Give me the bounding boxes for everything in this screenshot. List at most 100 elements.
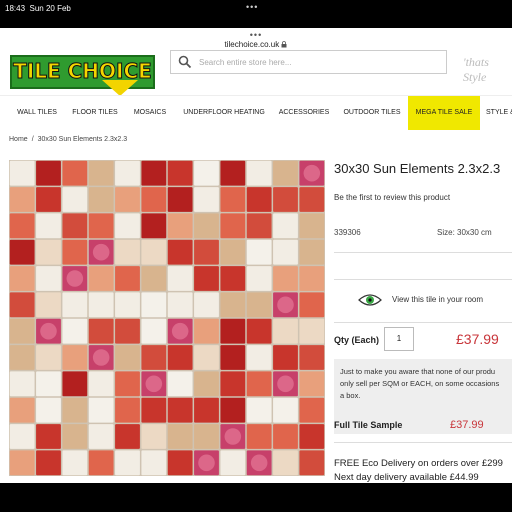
mosaic-tile [62,397,88,423]
breadcrumb-current: 30x30 Sun Elements 2.3x2.3 [37,136,128,143]
divider [334,322,512,323]
mosaic-tile [115,318,140,344]
mosaic-tile [141,239,167,265]
mosaic-tile [9,318,35,344]
mosaic-tile [88,160,114,186]
mosaic-tile [220,239,246,265]
mosaic-tile [167,397,193,423]
mosaic-tile [273,213,298,239]
nav-outdoor-tiles[interactable]: OUTDOOR TILES [340,96,404,130]
multitask-dots[interactable]: ••• [246,2,258,12]
mosaic-tile [220,160,246,186]
mosaic-tile [167,424,193,449]
qty-input[interactable]: 1 [384,327,414,351]
mosaic-tile [62,345,88,370]
nav-mosaics[interactable]: MOSAICS [128,96,172,130]
sample-price: £37.99 [450,419,484,431]
mosaic-tile [273,318,298,344]
mosaic-tile [246,424,272,449]
mosaic-tile [88,187,114,212]
mosaic-tile [88,424,114,449]
mosaic-tile [273,266,298,291]
mosaic-tile [167,292,193,318]
mosaic-tile [88,292,114,318]
eye-icon [358,294,382,306]
divider [334,442,512,443]
search-icon[interactable] [178,55,192,69]
mosaic-tile [141,213,167,239]
mosaic-tile [220,266,246,291]
mosaic-tile [220,213,246,239]
mosaic-tile [62,187,88,212]
search-box[interactable]: Search entire store here... [170,50,447,74]
mosaic-tile [220,450,246,476]
mosaic-tile [299,213,325,239]
mosaic-tile [299,345,325,370]
search-input[interactable]: Search entire store here... [199,58,292,67]
mosaic-tile [141,345,167,370]
mosaic-tile [299,424,325,449]
product-size: Size: 30x30 cm [437,228,492,237]
mosaic-sparkle [250,454,268,472]
mosaic-tile [167,371,193,397]
mosaic-tile [194,371,219,397]
mosaic-tile [194,345,219,370]
site-logo[interactable]: TILE CHOICE [10,50,155,96]
product-sku: 339306 [334,228,361,237]
browser-menu-dots[interactable]: ••• [0,30,512,40]
mosaic-tile [36,450,61,476]
mosaic-tile [220,345,246,370]
tagline: 'thats Style [463,55,489,84]
mosaic-tile [141,450,167,476]
mosaic-sparkle [224,428,242,445]
nav-wall-tiles[interactable]: WALL TILES [8,96,66,130]
mosaic-tile [299,371,325,397]
address-bar[interactable]: ••• tilechoice.co.uk [0,28,512,52]
logo-text: TILE CHOICE [13,59,153,84]
mosaic-tile [115,345,140,370]
mosaic-sparkle [198,454,215,472]
mosaic-tile [115,239,140,265]
nav-mega-tile-sale[interactable]: MEGA TILE SALE [408,96,480,130]
mosaic-sparkle [145,375,163,393]
mosaic-tile [246,239,272,265]
mosaic-tile [246,266,272,291]
nav-floor-tiles[interactable]: FLOOR TILES [70,96,120,130]
mosaic-tile [88,371,114,397]
status-time: 18:43 Sun 20 Feb [5,4,71,13]
mosaic-tile [194,213,219,239]
status-bar: 18:43 Sun 20 Feb ••• [0,0,512,28]
mosaic-tile [115,266,140,291]
mosaic-tile [220,187,246,212]
mosaic-tile [273,239,298,265]
mosaic-tile [246,371,272,397]
review-link[interactable]: Be the first to review this product [334,193,450,202]
free-delivery-text: FREE Eco Delivery on orders over £299 [334,458,503,469]
mosaic-tile [141,424,167,449]
mosaic-tile [246,397,272,423]
url-text: tilechoice.co.uk [0,40,512,49]
mosaic-tile [9,239,35,265]
mosaic-tile [115,424,140,449]
breadcrumb-home[interactable]: Home [9,136,28,143]
mosaic-tile [246,213,272,239]
mosaic-tile [141,292,167,318]
web-page: ••• tilechoice.co.uk TILE CHOICE Search … [0,28,512,483]
mosaic-tile [220,318,246,344]
mosaic-tile [115,187,140,212]
mosaic-tile [194,266,219,291]
mosaic-tile [167,160,193,186]
mosaic-tile [62,424,88,449]
mosaic-tile [141,160,167,186]
nav-accessories[interactable]: ACCESSORIES [276,96,332,130]
mosaic-tile [36,266,61,291]
product-image[interactable] [9,160,325,476]
mosaic-tile [167,187,193,212]
nav-underfloor-heating[interactable]: UNDERFLOOR HEATING [180,96,268,130]
mosaic-tile [88,450,114,476]
mosaic-tile [88,318,114,344]
mosaic-tile [220,292,246,318]
nav-style[interactable]: STYLE & [486,96,512,130]
lock-icon [281,41,287,48]
mosaic-tile [194,187,219,212]
